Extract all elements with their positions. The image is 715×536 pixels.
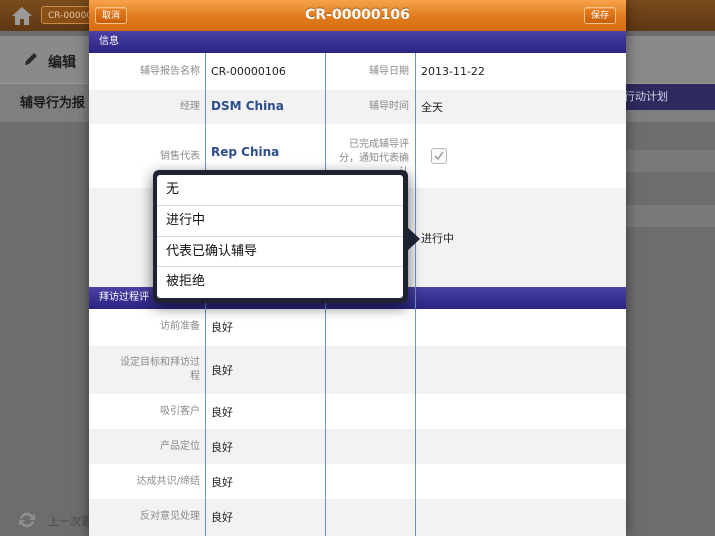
coaching-date-label: 辅导日期 [369,66,409,77]
background-stripe [612,205,715,227]
edit-label[interactable]: 编辑 [48,52,76,72]
modal-header: CR-00000106 取消 保存 [89,0,626,31]
visit-row-value[interactable]: 良好 [211,474,233,490]
home-icon[interactable] [10,5,34,27]
report-name-value[interactable]: CR-00000106 [211,65,286,78]
modal-title: CR-00000106 [305,7,410,23]
status-option[interactable]: 被拒绝 [157,267,403,298]
visit-row-value[interactable]: 良好 [211,509,233,525]
visit-row-value[interactable]: 良好 [211,319,233,335]
manager-label: 经理 [180,101,200,112]
status-option[interactable]: 进行中 [157,206,403,237]
status-option[interactable]: 无 [157,175,403,206]
refresh-icon[interactable] [16,510,38,530]
last-update-text: 上一次更 [48,515,92,528]
visit-row-label: 反对意见处理 [140,511,200,522]
coaching-time-label: 辅导时间 [369,101,409,112]
status-options-list: 无 进行中 代表已确认辅导 被拒绝 [157,175,403,298]
visit-row-label: 访前准备 [160,321,200,332]
tab-action-plan[interactable]: 行动计划 [612,84,715,110]
visit-row-value[interactable]: 良好 [211,362,233,378]
popover-arrow [406,226,420,252]
cancel-button[interactable]: 取消 [95,7,128,24]
sales-rep-label: 销售代表 [160,151,200,162]
report-name-label: 辅导报告名称 [140,66,200,77]
checkmark-icon [434,151,444,161]
visit-row-label: 达成共识/缔结 [136,476,200,487]
column-divider [415,53,416,536]
section-info-header: 信息 [89,31,626,53]
coaching-date-value[interactable]: 2013-11-22 [421,65,485,78]
completed-checkbox[interactable] [431,148,447,164]
background-subheader-label: 辅导行为报 [20,96,86,111]
coaching-time-value[interactable]: 全天 [421,99,443,115]
visit-row-label: 吸引客户 [160,406,200,417]
visit-row-label: 产品定位 [160,441,200,452]
manager-value[interactable]: DSM China [211,99,284,113]
status-option[interactable]: 代表已确认辅导 [157,237,403,268]
sales-rep-value[interactable]: Rep China [211,145,279,159]
visit-row-value[interactable]: 良好 [211,404,233,420]
background-record-button[interactable]: CR-00000106 [41,6,93,24]
pencil-icon [25,53,37,65]
completed-notify-label: 已完成辅导评分，通知代表确认 [339,139,409,174]
background-stripe [612,150,715,172]
status-value[interactable]: 进行中 [421,230,454,246]
visit-row-label: 设定目标和拜访过程 [120,357,200,382]
visit-row-value[interactable]: 良好 [211,439,233,455]
save-button[interactable]: 保存 [583,7,616,24]
